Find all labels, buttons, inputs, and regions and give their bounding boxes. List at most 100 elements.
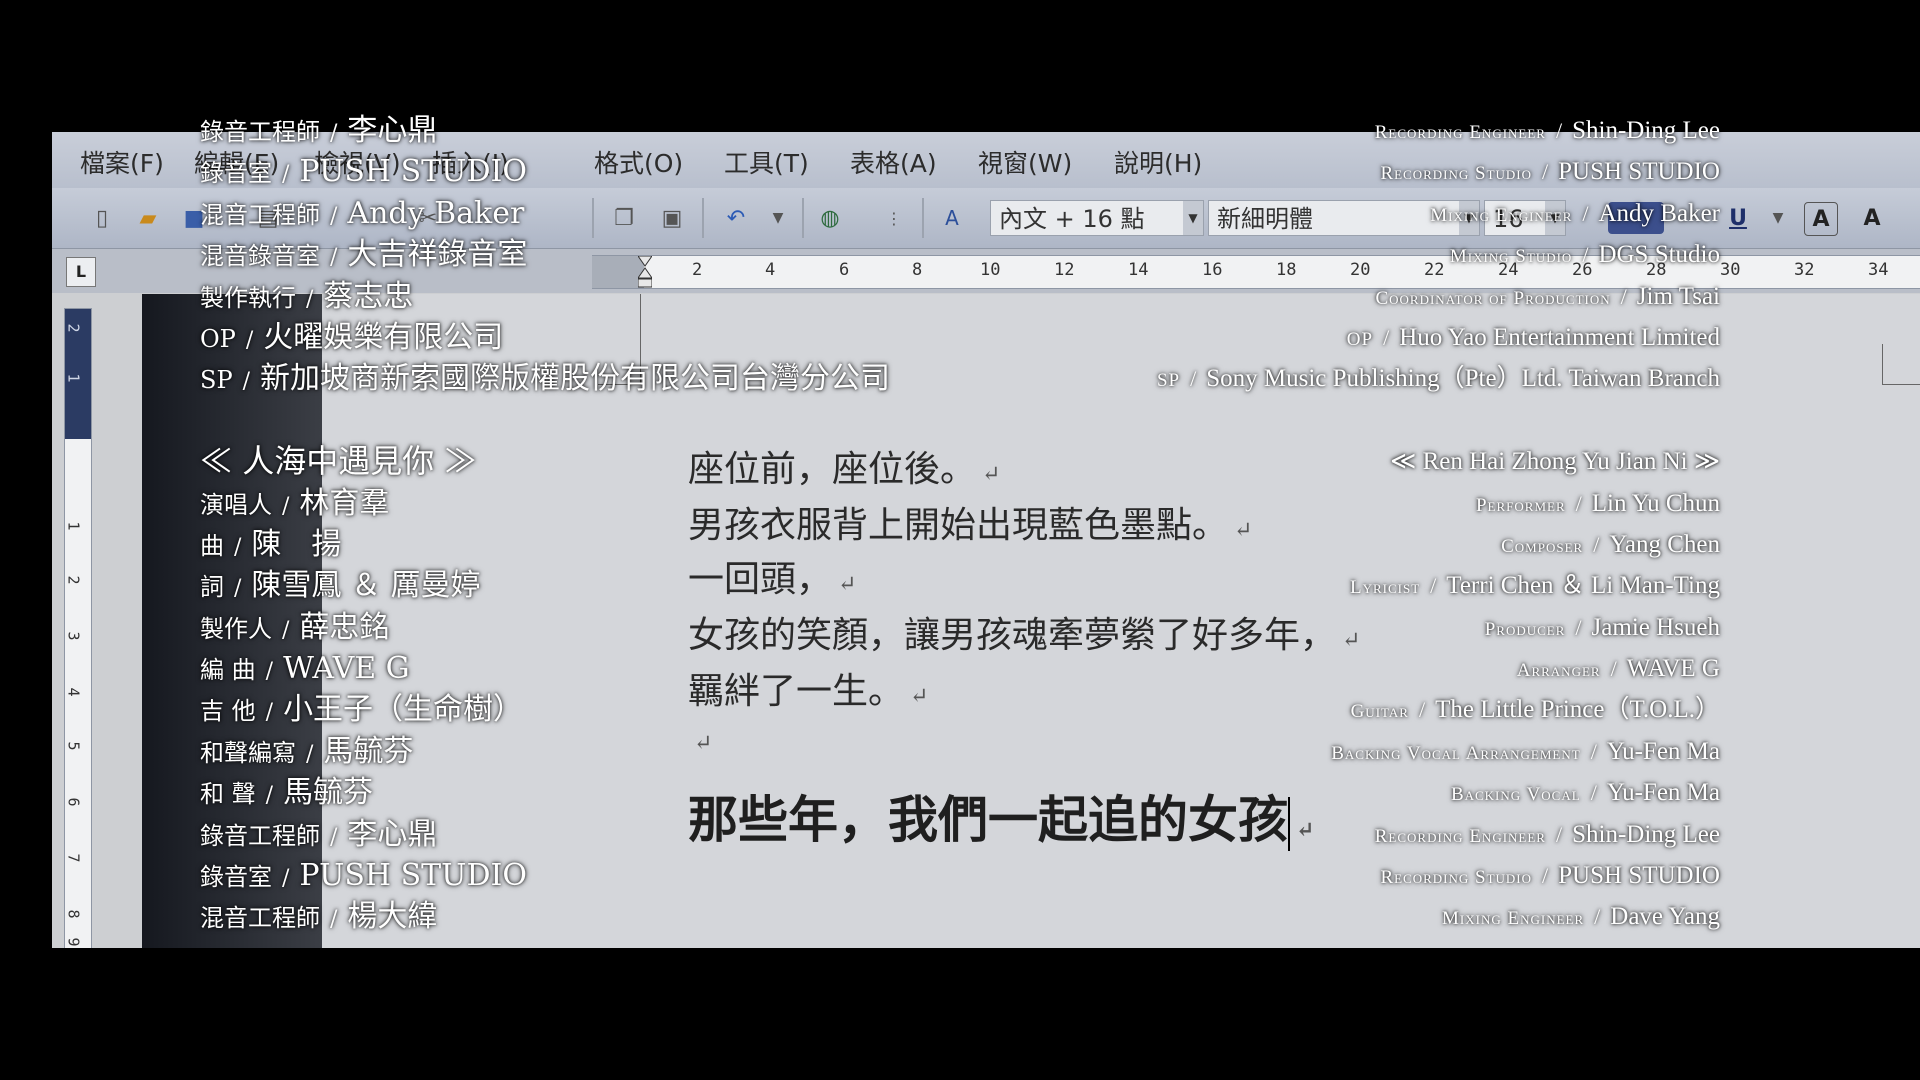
ornament-left-icon: ≪ bbox=[200, 442, 243, 481]
credit-separator: / bbox=[1610, 656, 1617, 682]
credit-separator: / bbox=[306, 286, 314, 312]
credit-role: 錄音室 bbox=[200, 159, 272, 188]
credit-separator: / bbox=[282, 162, 290, 188]
credit-name: 蔡志忠 bbox=[323, 278, 414, 314]
credit-line: 演唱人 / 林育羣 bbox=[200, 483, 890, 524]
song-title-line: ≪ 人海中遇見你 ≫ bbox=[200, 441, 890, 482]
credit-separator: / bbox=[1582, 200, 1589, 226]
new-document-icon[interactable]: ▯ bbox=[86, 202, 118, 234]
credit-separator: / bbox=[1555, 821, 1563, 847]
credit-separator: / bbox=[1555, 118, 1563, 143]
credit-role: 和聲編寫 bbox=[200, 738, 296, 767]
credit-line: Recording Studio / PUSH STUDIO bbox=[1157, 151, 1720, 192]
credit-role: 和 聲 bbox=[200, 780, 256, 809]
credit-separator: / bbox=[306, 741, 314, 767]
credit-separator: / bbox=[265, 700, 274, 726]
credit-role: Mixing Studio bbox=[1449, 246, 1573, 268]
credit-name: PUSH STUDIO bbox=[299, 858, 527, 894]
styles-icon[interactable]: A bbox=[936, 202, 968, 234]
underline-dropdown-icon[interactable]: ▼ bbox=[1762, 202, 1794, 234]
credit-line: Recording Engineer / Shin-Ding Lee bbox=[1157, 110, 1720, 151]
credit-name: Yu-Fen Ma bbox=[1606, 737, 1720, 765]
credit-gap bbox=[1157, 400, 1720, 441]
credit-line: 混音錄音室 / 大吉祥錄音室 bbox=[200, 234, 890, 275]
toolbar-separator bbox=[922, 198, 924, 238]
tab-selector[interactable]: L bbox=[66, 257, 96, 287]
credit-separator: / bbox=[265, 659, 274, 685]
menu-window[interactable]: 視窗(W) bbox=[978, 144, 1072, 180]
credit-role: SP bbox=[1156, 370, 1181, 392]
vruler-tick: 6 bbox=[64, 797, 83, 807]
vertical-ruler[interactable]: 2 1 1 2 3 4 5 6 7 8 9 bbox=[64, 308, 92, 948]
credit-separator: / bbox=[1590, 780, 1597, 806]
credit-name: 火曜娛樂有限公司 bbox=[263, 319, 504, 355]
credit-role: Recording Engineer bbox=[1374, 825, 1546, 847]
font-color-icon[interactable]: A bbox=[1804, 202, 1838, 236]
highlight-icon[interactable]: A bbox=[1856, 202, 1888, 234]
credit-name: 楊大緯 bbox=[347, 899, 438, 935]
credit-line: 錄音工程師 / 李心鼎 bbox=[200, 814, 890, 855]
credit-line: 錄音室 / PUSH STUDIO bbox=[200, 151, 890, 192]
credit-role: 錄音工程師 bbox=[200, 821, 320, 850]
credit-role: 編 曲 bbox=[200, 656, 256, 685]
credit-name: 李心鼎 bbox=[347, 816, 438, 852]
credit-name: Andy Baker bbox=[1598, 199, 1721, 227]
credit-separator: / bbox=[1582, 242, 1589, 268]
credit-separator: / bbox=[265, 783, 274, 809]
credit-role: Backing Vocal Arrangement bbox=[1331, 742, 1581, 764]
credit-name: 陳雪鳳 ＆ 厲曼婷 bbox=[251, 568, 481, 604]
margin-corner-mark bbox=[1882, 344, 1920, 385]
credit-line: Coordinator of Production / Jim Tsai bbox=[1157, 276, 1720, 317]
credit-line: 和 聲 / 馬毓芬 bbox=[200, 772, 890, 813]
ornament-right-icon: ≫ bbox=[434, 442, 477, 481]
open-folder-icon[interactable]: ▰ bbox=[132, 202, 164, 234]
credit-line: Mixing Engineer / Andy Baker bbox=[1157, 193, 1720, 234]
credit-role: 混音工程師 bbox=[200, 200, 320, 229]
credit-separator: / bbox=[1620, 283, 1627, 309]
ruler-tick: 12 bbox=[1054, 260, 1075, 280]
credit-name: 馬毓芬 bbox=[283, 775, 374, 811]
credits-chinese: 錄音工程師 / 李心鼎 錄音室 / PUSH STUDIO 混音工程師 / Andy Bak… bbox=[200, 110, 890, 938]
credit-line: 錄音室 / PUSH STUDIO bbox=[200, 855, 890, 896]
vruler-tick: 7 bbox=[64, 853, 83, 863]
credit-name: Jamie Hsueh bbox=[1591, 613, 1720, 641]
vruler-tick: 3 bbox=[64, 631, 83, 641]
credit-separator: / bbox=[330, 203, 338, 229]
credit-role: Lyricist bbox=[1350, 577, 1421, 599]
credit-name: 小王子（生命樹） bbox=[283, 692, 524, 728]
credit-role: OP bbox=[200, 324, 236, 353]
credit-separator: / bbox=[330, 824, 338, 850]
credit-role: 詞 bbox=[200, 573, 224, 602]
credits-english: Recording Engineer / Shin-Ding Lee Recordi… bbox=[1157, 110, 1720, 938]
credit-separator: / bbox=[1418, 697, 1426, 723]
credit-name: Jim Tsai bbox=[1636, 282, 1720, 310]
credit-role: OP bbox=[1346, 328, 1374, 350]
ruler-tick: 32 bbox=[1794, 260, 1815, 280]
credit-separator: / bbox=[234, 576, 242, 602]
credit-line: 錄音工程師 / 李心鼎 bbox=[200, 110, 890, 151]
menu-file[interactable]: 檔案(F) bbox=[80, 144, 164, 180]
credit-line: Mixing Engineer / Dave Yang bbox=[1157, 896, 1720, 937]
credit-role: 曲 bbox=[200, 531, 224, 560]
underline-icon[interactable]: U bbox=[1722, 202, 1754, 234]
credit-role: Recording Studio bbox=[1380, 163, 1533, 185]
credit-separator: / bbox=[245, 327, 254, 353]
credit-name: 馬毓芬 bbox=[323, 733, 414, 769]
credit-separator: / bbox=[1383, 324, 1390, 350]
credit-name: Andy Baker bbox=[347, 195, 525, 231]
credit-separator: / bbox=[330, 907, 338, 933]
credit-role: SP bbox=[200, 366, 233, 395]
credit-name: PUSH STUDIO bbox=[1558, 158, 1720, 186]
credit-line: Guitar / The Little Prince（T.O.L.） bbox=[1157, 689, 1720, 730]
credit-role: 錄音室 bbox=[200, 863, 272, 892]
credit-gap bbox=[200, 400, 890, 441]
credit-name: Dave Yang bbox=[1610, 903, 1720, 931]
credit-line: 和聲編寫 / 馬毓芬 bbox=[200, 731, 890, 772]
credit-separator: / bbox=[1190, 366, 1197, 392]
credit-line: Mixing Studio / DGS Studio bbox=[1157, 234, 1720, 275]
credit-line: 吉 他 / 小王子（生命樹） bbox=[200, 689, 890, 730]
ruler-tick: 34 bbox=[1868, 260, 1889, 280]
ornament-left-icon: ≪ bbox=[1390, 448, 1423, 476]
credit-line: Producer / Jamie Hsueh bbox=[1157, 607, 1720, 648]
credit-name: PUSH STUDIO bbox=[299, 154, 527, 190]
